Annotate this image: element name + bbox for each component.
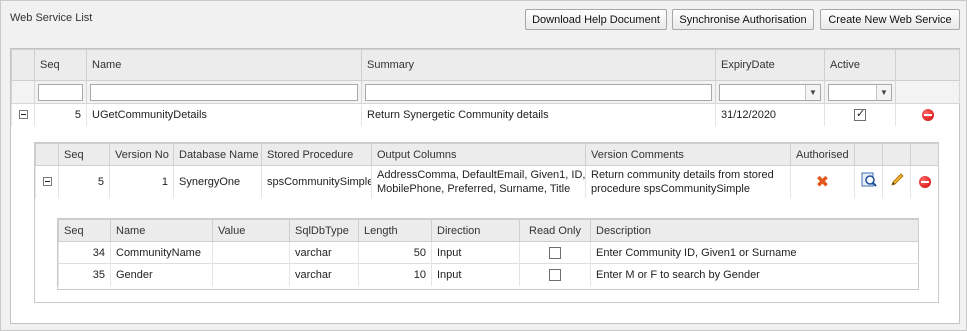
web-service-panel: Web Service List Download Help Document … bbox=[0, 0, 967, 331]
col-header-expiry[interactable]: ExpiryDate bbox=[715, 49, 825, 81]
filter-seq-input[interactable] bbox=[38, 83, 83, 101]
filter-name-input[interactable] bbox=[90, 83, 358, 101]
pencil-icon[interactable] bbox=[889, 172, 905, 188]
col-header-active[interactable]: Active bbox=[824, 49, 896, 81]
param-seq: 35 bbox=[58, 263, 111, 286]
service-expiry: 31/12/2020 bbox=[715, 103, 825, 126]
service-name: UGetCommunityDetails bbox=[86, 103, 362, 126]
param-name: Gender bbox=[110, 263, 213, 286]
header-spacer bbox=[854, 143, 883, 166]
versions-panel: Seq Version No Database Name Stored Proc… bbox=[34, 142, 939, 303]
header-spacer bbox=[910, 143, 939, 166]
versions-table: Seq Version No Database Name Stored Proc… bbox=[35, 143, 939, 198]
version-output-line-1: AddressComma, DefaultEmail, Given1, ID, bbox=[377, 168, 586, 181]
col-header-comments[interactable]: Version Comments bbox=[585, 143, 791, 166]
col-header-procedure[interactable]: Stored Procedure bbox=[261, 143, 372, 166]
parameters-table: Seq Name Value SqlDbType Length Directio… bbox=[58, 219, 919, 286]
download-help-button[interactable]: Download Help Document bbox=[525, 9, 667, 30]
version-seq: 5 bbox=[58, 165, 110, 198]
col-header-param-type[interactable]: SqlDbType bbox=[289, 219, 359, 242]
delete-icon[interactable] bbox=[921, 108, 934, 121]
col-header-param-readonly[interactable]: Read Only bbox=[519, 219, 591, 242]
synchronise-authorisation-button[interactable]: Synchronise Authorisation bbox=[672, 9, 814, 30]
param-value bbox=[212, 241, 290, 264]
col-header-summary[interactable]: Summary bbox=[361, 49, 716, 81]
header-spacer bbox=[11, 49, 35, 81]
filter-active-select[interactable]: ▼ bbox=[828, 83, 892, 101]
version-database: SynergyOne bbox=[173, 165, 262, 198]
chevron-down-icon: ▼ bbox=[876, 84, 891, 100]
col-header-param-seq[interactable]: Seq bbox=[58, 219, 111, 242]
col-header-name[interactable]: Name bbox=[86, 49, 362, 81]
param-type: varchar bbox=[289, 263, 359, 286]
header-spacer bbox=[882, 143, 911, 166]
service-active-checkbox[interactable] bbox=[854, 107, 866, 121]
version-output-line-2: MobilePhone, Preferred, Surname, Title bbox=[377, 182, 571, 195]
col-header-param-value[interactable]: Value bbox=[212, 219, 290, 242]
col-header-version-seq[interactable]: Seq bbox=[58, 143, 110, 166]
version-row[interactable]: 5 1 SynergyOne spsCommunitySimple Addres… bbox=[35, 165, 939, 198]
filter-expiry-select[interactable]: ▼ bbox=[719, 83, 821, 101]
header-spacer-right bbox=[895, 49, 960, 81]
param-direction: Input bbox=[431, 263, 520, 286]
version-no: 1 bbox=[109, 165, 174, 198]
param-name: CommunityName bbox=[110, 241, 213, 264]
col-header-database[interactable]: Database Name bbox=[173, 143, 262, 166]
services-table: Seq Name Summary ExpiryDate Active ▼ ▼ 5… bbox=[11, 49, 960, 126]
collapse-icon[interactable] bbox=[42, 177, 52, 187]
service-seq: 5 bbox=[34, 103, 87, 126]
filter-summary-input[interactable] bbox=[365, 83, 712, 101]
param-length: 50 bbox=[358, 241, 432, 264]
panel-title: Web Service List bbox=[10, 12, 93, 24]
chevron-down-icon: ▼ bbox=[805, 84, 820, 100]
parameters-panel: Seq Name Value SqlDbType Length Directio… bbox=[57, 218, 919, 290]
col-header-output[interactable]: Output Columns bbox=[371, 143, 586, 166]
header-spacer bbox=[35, 143, 59, 166]
version-comment-line-1: Return community details from stored bbox=[591, 168, 774, 181]
param-type: varchar bbox=[289, 241, 359, 264]
create-web-service-button[interactable]: Create New Web Service bbox=[820, 9, 960, 30]
col-header-seq[interactable]: Seq bbox=[34, 49, 87, 81]
col-header-param-name[interactable]: Name bbox=[110, 219, 213, 242]
col-header-param-length[interactable]: Length bbox=[358, 219, 432, 242]
col-header-version-no[interactable]: Version No bbox=[109, 143, 174, 166]
param-readonly-checkbox[interactable] bbox=[549, 246, 561, 259]
table-row[interactable]: 34 CommunityName varchar 50 Input Enter … bbox=[58, 241, 919, 264]
services-grid: Seq Name Summary ExpiryDate Active ▼ ▼ 5… bbox=[10, 48, 960, 324]
param-seq: 34 bbox=[58, 241, 111, 264]
param-readonly-checkbox[interactable] bbox=[549, 268, 561, 281]
param-direction: Input bbox=[431, 241, 520, 264]
filter-spacer-right bbox=[895, 80, 960, 104]
col-header-param-direction[interactable]: Direction bbox=[431, 219, 520, 242]
param-value bbox=[212, 263, 290, 286]
param-description: Enter M or F to search by Gender bbox=[590, 263, 919, 286]
param-length: 10 bbox=[358, 263, 432, 286]
filter-spacer bbox=[11, 80, 35, 104]
version-comment-line-2: procedure spsCommunitySimple bbox=[591, 182, 750, 195]
magnifier-icon[interactable] bbox=[861, 172, 877, 188]
col-header-param-description[interactable]: Description bbox=[590, 219, 919, 242]
param-description: Enter Community ID, Given1 or Surname bbox=[590, 241, 919, 264]
table-row[interactable]: 35 Gender varchar 10 Input Enter M or F … bbox=[58, 263, 919, 286]
col-header-authorised[interactable]: Authorised bbox=[790, 143, 855, 166]
cross-icon[interactable]: ✖ bbox=[816, 172, 829, 191]
version-procedure: spsCommunitySimple bbox=[261, 165, 372, 198]
service-row[interactable]: 5 UGetCommunityDetails Return Synergetic… bbox=[11, 103, 960, 126]
collapse-icon[interactable] bbox=[18, 110, 28, 120]
delete-icon[interactable] bbox=[918, 175, 931, 188]
service-summary: Return Synergetic Community details bbox=[361, 103, 716, 126]
